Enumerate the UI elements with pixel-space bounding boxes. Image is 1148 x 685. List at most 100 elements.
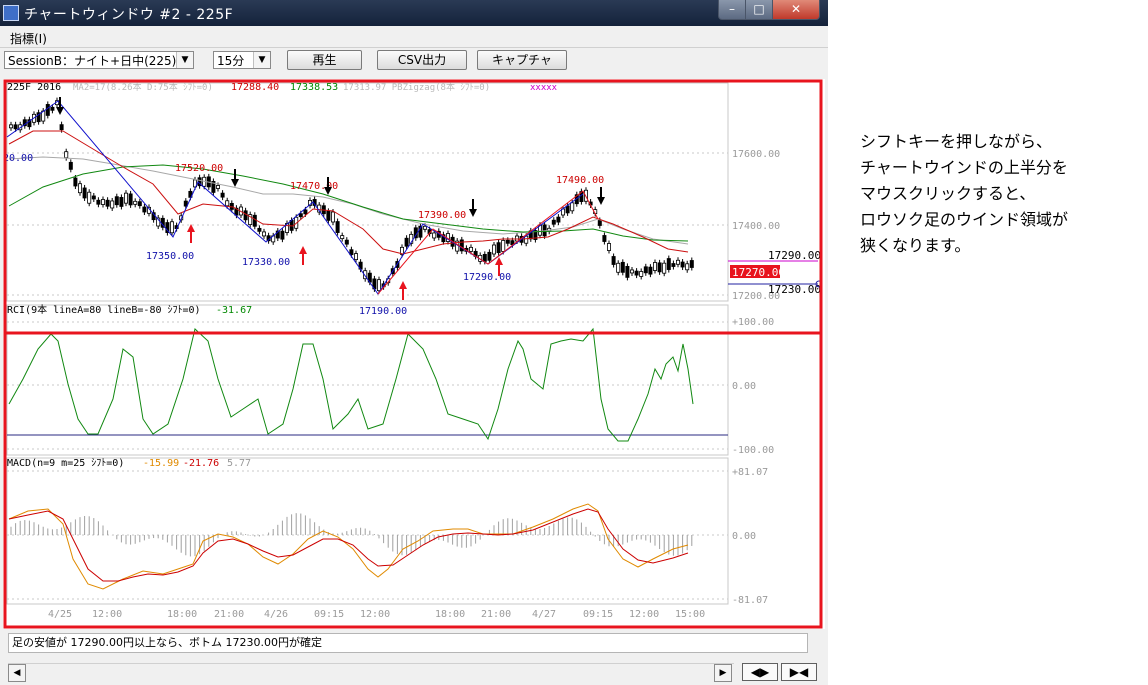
sell-arrow-icon [56,107,64,115]
zigzag-high-label: 17390.00 [418,210,466,221]
candle-body [551,219,556,225]
chart-area[interactable]: 17600.00 17400.00 17200.00 +100.00 0.00 … [3,79,825,629]
candle-body [597,220,602,226]
candle-body [611,256,616,265]
minimize-button[interactable]: – [718,0,746,20]
candle-body [50,106,55,111]
candle-body [639,271,644,277]
interval-select[interactable]: 15分 ▼ [213,51,271,69]
candle-body [110,200,115,209]
candle-body [124,192,129,204]
zigzag-high-label: 17490.00 [556,175,604,186]
maximize-button[interactable]: □ [745,0,773,20]
candle-body [64,151,69,159]
price-header-value-2: 17338.53 [290,82,338,93]
title-bar: チャートウィンドウ #2 - 225F – □ ✕ [0,0,828,26]
price-header-label: 225F 2016 [7,82,61,93]
candle-body [570,202,575,212]
session-select-value: SessionB：ナイト+日中(225) [8,54,177,68]
candle-body [487,251,492,261]
candle-body [376,279,381,292]
instruction-note: シフトキーを押しながら、 チャートウインドの上半分を マウスクリックすると、 ロ… [860,129,1130,259]
rci-tick-label: -100.00 [732,445,774,456]
candle-body [45,104,50,116]
scroll-left-icon[interactable]: ◀ [8,664,26,682]
candle-body [280,230,285,240]
zoom-expand-button[interactable]: ◀▶ [742,663,778,681]
candle-body [671,263,676,267]
sell-arrow-icon [597,197,605,205]
candle-body [505,239,510,244]
sell-arrow-icon [231,179,239,187]
menu-bar: 指標(I) [0,27,828,48]
candle-body [257,227,262,232]
candle-body [616,262,621,273]
macd-tick-label: -81.07 [732,595,768,606]
candle-body [468,246,473,252]
candle-body [565,205,570,214]
chevron-down-icon[interactable]: ▼ [176,52,193,68]
candle-body [653,262,658,271]
highlight-lower-frame [3,331,823,629]
candle-body [87,191,92,204]
close-button[interactable]: ✕ [772,0,820,20]
macd-header-value-1: -15.99 [143,458,179,469]
candle-body [101,199,106,205]
session-select[interactable]: SessionB：ナイト+日中(225) ▼ [4,51,194,69]
zoom-shrink-button[interactable]: ▶◀ [781,663,817,681]
x-axis-label: 21:00 [214,609,244,620]
candle-body [330,211,335,223]
candle-body [620,261,625,273]
menu-item-indicators[interactable]: 指標(I) [10,30,47,47]
candle-body [252,214,257,227]
candle-body [602,235,607,242]
price-tick-label: 17600.00 [732,149,780,160]
rci-header-value: -31.67 [216,305,252,316]
horizontal-scrollbar[interactable]: ◀ ▶ [8,663,734,682]
x-axis-label: 4/26 [264,609,288,620]
candle-body [13,124,18,130]
x-axis-label: 4/25 [48,609,72,620]
rci-tick-label: +100.00 [732,317,774,328]
play-button[interactable]: 再生 [287,50,362,70]
candle-body [220,192,225,198]
candle-body [114,196,119,206]
candle-body [676,259,681,265]
capture-button[interactable]: キャプチャ [477,50,567,70]
x-axis-label: 18:00 [167,609,197,620]
lower-level-label: 17230.00 [768,283,821,296]
buy-arrow-icon [299,246,307,254]
x-axis-label: 4/27 [532,609,556,620]
candle-body [128,193,133,206]
rci-panel-frame [6,304,729,456]
x-axis-label: 09:15 [583,609,613,620]
candle-body [353,253,358,261]
zigzag-low-label: 17290.00 [463,272,511,283]
candle-body [634,270,639,276]
chart-canvas[interactable]: 17600.00 17400.00 17200.00 +100.00 0.00 … [3,79,825,629]
scroll-right-icon[interactable]: ▶ [714,664,732,682]
x-axis-label: 12:00 [92,609,122,620]
candle-body [482,253,487,262]
x-axis-label: 12:00 [360,609,390,620]
zigzag-high-label: 17520.00 [175,163,223,174]
window-title: チャートウィンドウ #2 - 225F [24,7,234,23]
app-chart-icon [3,5,19,21]
candle-body [422,225,427,230]
price-tick-label: 17400.00 [732,221,780,232]
candle-body [657,262,662,273]
note-line: ロウソク足のウインド領域が [860,210,1069,229]
candle-body [105,199,110,207]
candle-body [666,258,671,270]
x-axis-label: 15:00 [675,609,705,620]
chart-window: チャートウィンドウ #2 - 225F – □ ✕ 指標(I) SessionB… [0,0,828,685]
candle-body [96,199,101,205]
candle-body [344,239,349,245]
rci-header-label: RCI(9本 lineA=80 lineB=-80 ｼﾌﾄ=0) [7,303,201,316]
candle-body [82,187,87,199]
csv-export-button[interactable]: CSV出力 [377,50,467,70]
chevron-down-icon[interactable]: ▼ [253,52,270,68]
rci-line [8,327,694,442]
interval-select-value: 15分 [217,54,245,68]
current-price-label: 17270.00 [732,266,785,279]
